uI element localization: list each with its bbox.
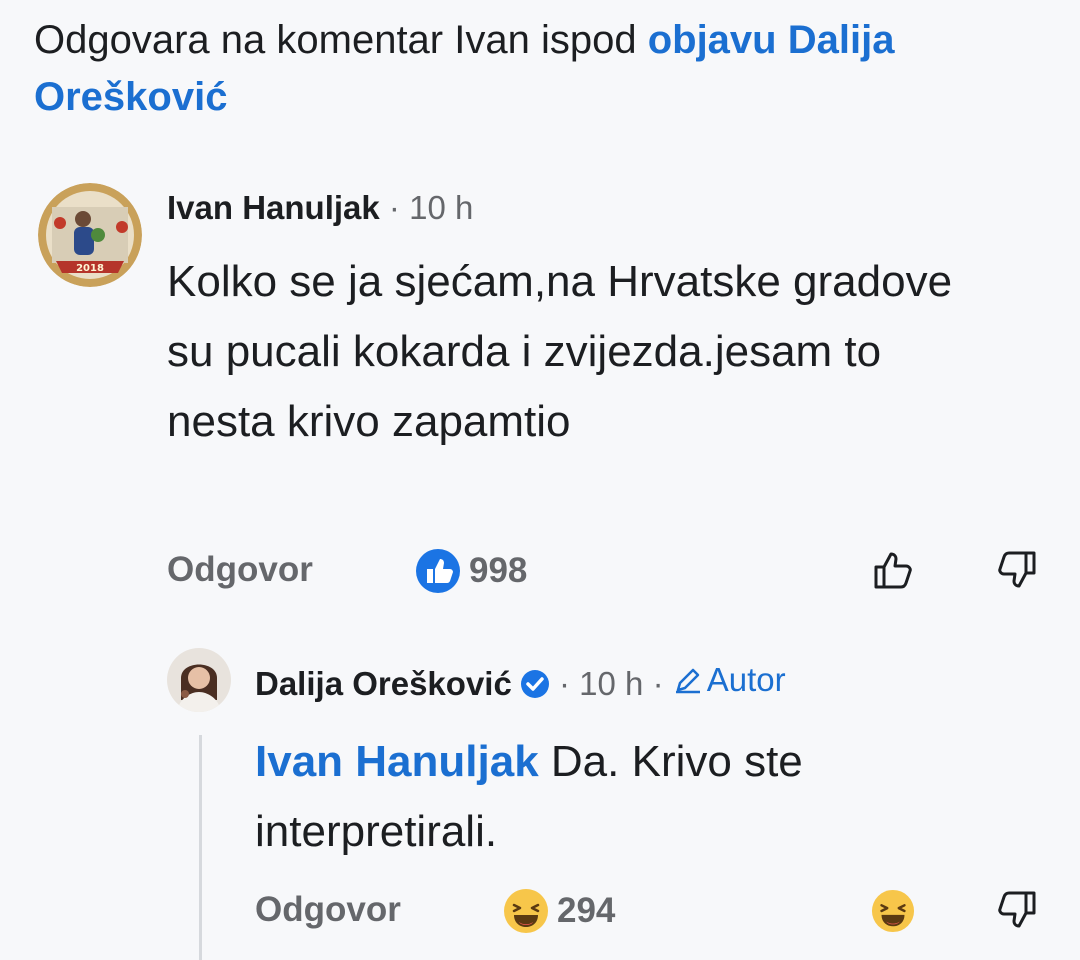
comment-author-name[interactable]: Dalija Orešković (255, 665, 512, 702)
reaction-summary[interactable]: 998 (415, 548, 527, 594)
comment-timestamp[interactable]: 10 h (579, 665, 643, 702)
dot-separator: · (652, 665, 673, 702)
reaction-count: 998 (469, 551, 528, 590)
pencil-icon (675, 668, 700, 694)
like-icon (416, 549, 460, 593)
author-badge: Autor (673, 660, 786, 700)
mention-link[interactable]: Ivan Hanuljak (255, 737, 539, 786)
haha-reaction-button[interactable] (871, 889, 915, 938)
avatar-photo-dalija (167, 648, 231, 712)
dislike-outline-icon (998, 551, 1036, 588)
dislike-button[interactable] (993, 547, 1039, 598)
reply-button[interactable]: Odgovor (167, 550, 313, 590)
reply-context-header: Odgovara na komentar Ivan ispod objavu D… (34, 12, 1054, 126)
comment-timestamp[interactable]: 10 h (409, 189, 473, 226)
avatar[interactable] (167, 648, 231, 712)
comment-text: Ivan Hanuljak Da. Krivo ste interpretira… (255, 727, 1015, 867)
haha-icon (504, 889, 548, 933)
haha-icon (871, 889, 915, 933)
like-button[interactable] (871, 547, 917, 598)
comment-author-line: Ivan Hanuljak · 10 h (167, 188, 473, 228)
comment-text: Kolko se ja sjećam,na Hrvatske gradove s… (167, 257, 953, 446)
dot-separator: · (388, 189, 410, 226)
dislike-button[interactable] (993, 887, 1039, 938)
verified-badge-icon (520, 670, 549, 698)
comment-author-line: Dalija Orešković · 10 h · Autor (255, 660, 786, 704)
like-outline-icon (874, 552, 912, 589)
dot-separator: · (559, 665, 580, 702)
reply-button[interactable]: Odgovor (255, 890, 401, 930)
comment-author-name[interactable]: Ivan Hanuljak (167, 189, 380, 226)
dislike-outline-icon (998, 891, 1036, 928)
author-badge-label: Autor (706, 661, 786, 698)
reply-context-text: Odgovara na komentar Ivan ispod (34, 18, 648, 62)
avatar-badge-year: 2018 (76, 263, 104, 274)
thread-line (199, 735, 202, 960)
reaction-count: 294 (557, 891, 616, 930)
reaction-summary[interactable]: 294 (503, 888, 615, 934)
avatar[interactable]: 2018 (38, 183, 142, 287)
avatar-photo-ivan: 2018 (38, 183, 142, 287)
comment-thread-page: Odgovara na komentar Ivan ispod objavu D… (0, 0, 1080, 960)
